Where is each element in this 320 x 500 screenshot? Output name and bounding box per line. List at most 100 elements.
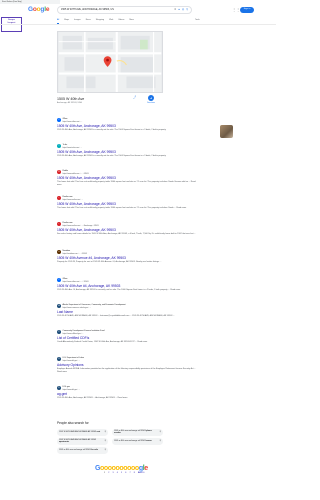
result-snippet: Credit Alternatively Federal Credit Unio… (57, 340, 148, 343)
related-search-text: 1505 W 40TH AVE ANCHORAGE AK 99503 rent (59, 431, 101, 434)
directions-label: Directions (147, 101, 155, 104)
mic-icon[interactable]: ● (178, 8, 180, 12)
page-link[interactable]: 3 (113, 472, 114, 475)
related-search-chip[interactable]: 1505 w 40th ave anchorage ak 99503 owner… (112, 438, 163, 445)
search-icon: ⚲ (104, 448, 106, 451)
result-source[interactable]: r Realtor.com https://www.realtor.com › .… (57, 222, 197, 227)
page-link[interactable]: 5 (121, 472, 122, 475)
side-badge[interactable]: Scrape Inspect (1, 17, 22, 32)
search-result: Z Zillow https://www.zillow.com › ... › 9… (57, 278, 197, 292)
result-title-link[interactable]: List of Certified CDFIs (57, 336, 197, 340)
search-result: R Redfin https://www.redfin.com › ... › 9… (57, 170, 197, 186)
search-result: C Community Development Finance Institut… (57, 330, 197, 344)
result-title-link[interactable]: 1505 W 40th Ave #4, Anchorage, AK 99503 (57, 284, 197, 288)
search-result: Z Zillow https://www.zillow.com › ... 150… (57, 118, 197, 132)
cdfi-favicon-icon: C (57, 330, 61, 335)
place-subtitle: Anchorage, AK 99503, USA (57, 102, 82, 104)
directions-icon: ➜ (148, 95, 154, 101)
page-link[interactable]: 7 (130, 472, 131, 475)
result-url: https://www.dol.gov › ... (62, 388, 80, 391)
result-snippet: 1505 W 40th Ave, Anchorage, AK 99503 ...… (57, 396, 128, 399)
search-icon[interactable]: ⚲ (186, 8, 188, 12)
result-url: https://www.zillow.com › ... (62, 120, 83, 123)
tools-button[interactable]: Tools (195, 19, 200, 22)
related-search-chip[interactable]: 1505 W 40TH AVE ANCHORAGE AK 99503 apart… (57, 438, 108, 445)
related-search-text: 1505 w 40th ave anchorage ak 99503 phone… (114, 429, 152, 435)
result-snippet: 1505 W 40th Ave, Anchorage, AK 99503 is … (57, 128, 167, 131)
result-title-link[interactable]: 1505 W 40th Ave, Anchorage, AK 99503 (57, 176, 197, 180)
page-link[interactable]: 10 (142, 472, 144, 475)
realtor-favicon-icon: r (57, 222, 61, 227)
result-snippet: 1505 W 40th Ave, Anchorage, AK 99503 is … (57, 154, 167, 157)
search-result: T Trulia https://www.trulia.com › ... 150… (57, 144, 197, 158)
clear-icon[interactable]: ✕ (174, 8, 176, 12)
zillow-favicon-icon: Z (57, 118, 61, 123)
result-source[interactable]: D DOL.gov https://www.dol.gov › ... (57, 386, 197, 391)
result-title-link[interactable]: 1505 W 40th Ave, Anchorage, AK 99503 (57, 202, 197, 206)
result-snippet: 1505 W 40th Ave #4, Anchorage, AK 99503 … (57, 288, 181, 291)
share-icon[interactable]: ⤴ (133, 95, 136, 99)
result-url: https://www.commerce.alaska.gov › ... (62, 306, 91, 309)
page-link[interactable]: 2 (108, 472, 109, 475)
result-url: https://www.realtor.com › ... › Anchorag… (62, 224, 99, 227)
result-title-link[interactable]: ag.gmt (57, 392, 197, 396)
result-source[interactable]: Z Zillow https://www.zillow.com › ... › 9… (57, 278, 197, 283)
result-url: https://nextdoor.com › ... › 99503 (62, 252, 87, 255)
state-seal-icon: A (57, 304, 61, 309)
search-input[interactable]: 1505 W 40TH AVE, ANCHORAGE, AK 99503, US… (57, 6, 192, 14)
result-source[interactable]: R Redfin https://www.redfin.com › ... › 9… (57, 170, 197, 175)
result-snippet: See sales history and home details for 1… (57, 232, 196, 235)
result-url: https://www.trulia.com › ... (62, 146, 82, 149)
map-preview[interactable] (57, 31, 163, 93)
result-source[interactable]: A Alaska Department of Commerce, Communi… (57, 304, 197, 309)
result-title-link[interactable]: Last Name (57, 310, 197, 314)
search-icon: ⚲ (104, 439, 106, 442)
result-url: https://www.cdfifund.gov › ... (62, 332, 84, 335)
search-query[interactable]: 1505 W 40TH AVE, ANCHORAGE, AK 99503, US (61, 8, 172, 11)
related-search-chip[interactable]: 1505 w 40th ave anchorage ak 99503 phone… (112, 429, 163, 436)
related-search-text: 1505 w 40th ave anchorage ak 99503 for s… (59, 449, 98, 452)
result-title-link[interactable]: Advisory Opinions (57, 363, 197, 367)
result-title-link[interactable]: 1505 W 40th Avenue #4, Anchorage, AK 995… (57, 256, 197, 260)
map-graphic (58, 32, 162, 92)
result-source[interactable]: U U.S. Department of Labor https://www.do… (57, 357, 197, 362)
result-title-link[interactable]: 1505 W 40th Ave, Anchorage, AK 99503 (57, 150, 197, 154)
related-search-chip[interactable]: 1505 W 40TH AVE ANCHORAGE AK 99503 rent … (57, 429, 108, 436)
page-link[interactable]: 4 (117, 472, 118, 475)
trulia-favicon-icon: T (57, 144, 61, 149)
related-search-chip[interactable]: 1505 w 40th ave anchorage ak 99503 for s… (57, 447, 108, 454)
result-snippet: 1505 W 40TH AVE, ANCHORAGE, AK 99503 ...… (57, 314, 175, 317)
next-page-link[interactable]: Next (138, 472, 142, 475)
result-source[interactable]: C Community Development Finance Institut… (57, 330, 197, 335)
search-icon: ⚲ (159, 439, 161, 442)
result-snippet: This home last sold. This four unit mult… (57, 206, 187, 209)
result-snippet: Employer Awards ERISA: Information provi… (57, 367, 196, 373)
result-source[interactable]: n Nextdoor https://nextdoor.com › ... › 9… (57, 250, 197, 255)
zillow-favicon-icon: Z (57, 278, 61, 283)
nextdoor-favicon-icon: n (57, 250, 61, 255)
result-url: https://www.realtor.com › ... (62, 198, 83, 201)
directions-button[interactable]: ➜ Directions (141, 95, 161, 104)
page-link[interactable]: 6 (125, 472, 126, 475)
dol-favicon-icon: U (57, 357, 61, 362)
result-source[interactable]: Z Zillow https://www.zillow.com › ... (57, 118, 197, 123)
page-link[interactable]: 8 (134, 472, 135, 475)
people-also-search-title: People also search for (57, 421, 89, 425)
realtor-favicon-icon: r (57, 196, 61, 201)
result-snippet: This home last sold. This four unit mult… (57, 180, 196, 186)
apps-grid-icon[interactable]: ⋮⋮ (232, 7, 240, 12)
result-thumbnail[interactable] (220, 125, 233, 138)
result-title-link[interactable]: 1505 W 40th Ave, Anchorage, AK 99503 (57, 228, 197, 232)
result-source[interactable]: r Realtor.com https://www.realtor.com › .… (57, 196, 197, 201)
google-logo[interactable]: Google (28, 6, 49, 15)
page-current: 1 (104, 472, 106, 474)
search-result: U U.S. Department of Labor https://www.do… (57, 357, 197, 373)
result-title-link[interactable]: 1505 W 40th Ave, Anchorage, AK 99503 (57, 124, 197, 128)
top-strip: Stout Nelsen (Firm Strip) (0, 0, 60, 4)
search-result: n Nextdoor https://nextdoor.com › ... › 9… (57, 250, 197, 264)
lens-icon[interactable]: ◎ (182, 8, 184, 12)
sign-in-button[interactable]: Sign in (240, 6, 254, 13)
result-url: https://www.redfin.com › ... › 99503 (62, 172, 89, 175)
result-source[interactable]: T Trulia https://www.trulia.com › ... (57, 144, 197, 149)
related-search-text: 1505 w 40th ave anchorage ak 99503 owner (114, 440, 152, 443)
